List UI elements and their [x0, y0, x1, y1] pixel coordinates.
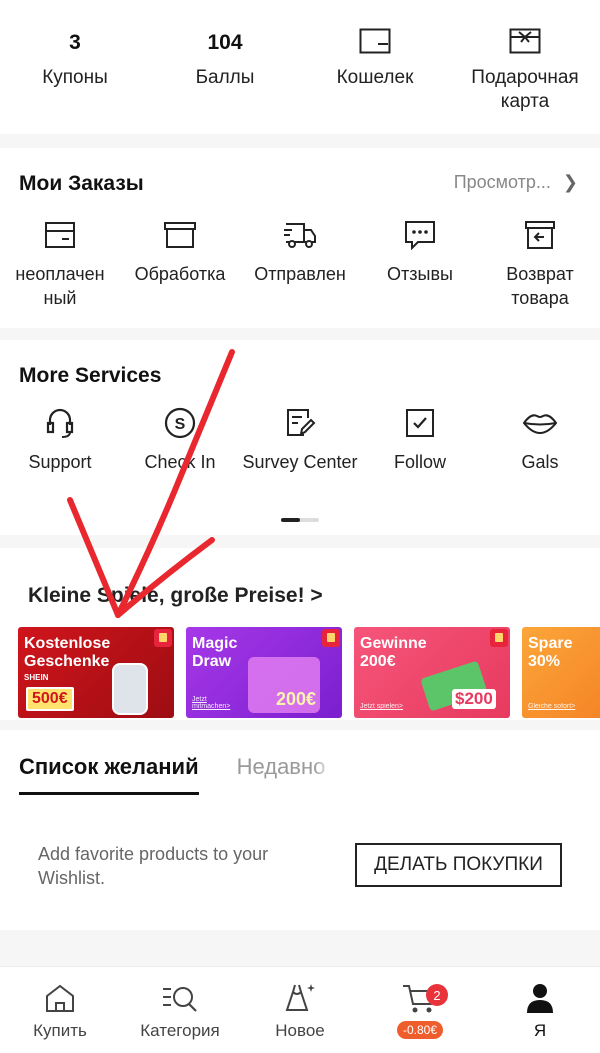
coupons-label: Купоны: [42, 67, 108, 88]
check-in-icon: S: [163, 406, 197, 440]
order-unpaid[interactable]: неоплачен ный: [0, 218, 120, 310]
bottom-navigation: Купить Категория Новое -0.80€ Я: [0, 966, 600, 1053]
home-icon: [44, 981, 76, 1015]
order-processing-label: Обработка: [134, 264, 226, 284]
headset-icon: [45, 406, 75, 440]
points-count: 104: [207, 31, 243, 54]
banner-win-200-title: Gewinne 200€: [360, 635, 427, 670]
phone-image: [112, 663, 148, 715]
banner-free-gifts-title: Kostenlose Geschenke: [24, 635, 111, 670]
shipped-icon: [282, 218, 318, 252]
banner-save-30[interactable]: Spare 30% Gleiche sofort>: [522, 627, 600, 718]
nav-shop[interactable]: Купить: [0, 981, 120, 1041]
games-title[interactable]: Kleine Spiele, große Preise! >: [28, 584, 323, 608]
service-check-in[interactable]: S Check In: [120, 406, 240, 474]
services-section: More Services Support S Check In Survey …: [0, 340, 600, 535]
order-unpaid-label: неоплачен ный: [15, 264, 105, 308]
nav-new-label: Новое: [275, 1021, 325, 1040]
order-reviews[interactable]: Отзывы: [360, 218, 480, 310]
gift-badge-icon: [154, 629, 172, 647]
tab-recent[interactable]: Недавно: [237, 754, 333, 795]
order-shipped[interactable]: Отправлен: [240, 218, 360, 310]
banner-free-gifts[interactable]: Kostenlose Geschenke SHEIN 500€: [18, 627, 174, 718]
order-reviews-label: Отзывы: [387, 264, 453, 284]
points-item[interactable]: 104 Баллы: [150, 28, 300, 114]
orders-title: Мои Заказы: [19, 172, 144, 195]
nav-cart[interactable]: -0.80€: [360, 981, 480, 1041]
service-support[interactable]: Support: [0, 406, 120, 474]
cart-count-badge: 2: [426, 984, 448, 1006]
category-search-icon: [161, 981, 199, 1015]
chevron-right-icon: ❯: [562, 172, 578, 192]
points-label: Баллы: [195, 67, 255, 88]
service-gals[interactable]: Gals: [480, 406, 600, 474]
cart-price-tag: -0.80€: [396, 1021, 444, 1039]
wishlist-section: Список желаний Недавно Add favorite prod…: [0, 730, 600, 930]
gift-badge-icon: [322, 629, 340, 647]
nav-category-label: Категория: [140, 1021, 220, 1040]
banner-win-200-price: $200: [452, 689, 496, 709]
gift-badge-icon: [490, 629, 508, 647]
profile-icon: [525, 981, 555, 1015]
banner-win-200-link: Jetzt spielen>: [360, 703, 403, 710]
games-section: Kleine Spiele, große Preise! > Kostenlos…: [0, 548, 600, 720]
wallet-icon: [359, 28, 391, 58]
banner-magic-draw-link: Jetzt mitmachen>: [192, 696, 231, 710]
view-all-label: Просмотр...: [453, 172, 551, 192]
banner-save-30-title: Spare 30%: [528, 635, 573, 670]
banner-free-gifts-brand: SHEIN: [24, 673, 49, 682]
orders-section: Мои Заказы Просмотр... ❯ неоплачен ный О…: [0, 148, 600, 328]
assets-section: 3 Купоны 104 Баллы Кошелек Подарочная ка…: [0, 0, 600, 134]
svg-text:S: S: [175, 416, 186, 433]
nav-me[interactable]: Я: [480, 981, 600, 1041]
service-follow[interactable]: Follow: [360, 406, 480, 474]
tab-wishlist[interactable]: Список желаний: [19, 754, 199, 795]
shop-now-button[interactable]: ДЕЛАТЬ ПОКУПКИ: [355, 843, 562, 887]
order-return[interactable]: Возврат товара: [480, 218, 600, 310]
order-processing[interactable]: Обработка: [120, 218, 240, 310]
nav-new[interactable]: Новое: [240, 981, 360, 1041]
gift-card-label: Подарочная карта: [471, 67, 579, 112]
banner-save-30-link: Gleiche sofort>: [528, 703, 576, 710]
services-scroll-indicator: [281, 518, 319, 522]
support-label: Support: [28, 452, 92, 472]
gift-card-item[interactable]: Подарочная карта: [450, 28, 600, 114]
banner-magic-draw[interactable]: Magic Draw 200€ Jetzt mitmachen>: [186, 627, 342, 718]
wishlist-empty-message: Add favorite products to your Wishlist.: [38, 844, 269, 888]
orders-view-all[interactable]: Просмотр... ❯: [454, 172, 578, 193]
banner-free-gifts-price: 500€: [26, 687, 74, 711]
nav-me-label: Я: [533, 1021, 547, 1040]
banner-win-200[interactable]: Gewinne 200€ $200 Jetzt spielen>: [354, 627, 510, 718]
review-icon: [404, 218, 436, 252]
survey-icon: [284, 406, 316, 440]
follow-icon: [405, 406, 435, 440]
banner-magic-draw-price: 200€: [276, 689, 317, 709]
gift-card-icon: [509, 28, 541, 58]
unpaid-icon: [44, 218, 76, 252]
coupons-item[interactable]: 3 Купоны: [0, 28, 150, 114]
services-title: More Services: [19, 364, 162, 387]
nav-shop-label: Купить: [33, 1021, 87, 1040]
new-dress-icon: [283, 981, 317, 1015]
survey-label: Survey Center: [242, 452, 358, 472]
order-return-label: Возврат товара: [506, 264, 574, 308]
gals-label: Gals: [521, 452, 559, 472]
return-icon: [524, 218, 556, 252]
wallet-label: Кошелек: [336, 67, 414, 88]
service-survey[interactable]: Survey Center: [240, 406, 360, 474]
processing-icon: [163, 218, 197, 252]
nav-category[interactable]: Категория: [120, 981, 240, 1041]
order-shipped-label: Отправлен: [254, 264, 346, 284]
coupons-count: 3: [69, 31, 81, 54]
check-in-label: Check In: [144, 452, 216, 472]
lips-icon: [522, 406, 558, 440]
wallet-item[interactable]: Кошелек: [300, 28, 450, 114]
follow-label: Follow: [393, 452, 446, 472]
